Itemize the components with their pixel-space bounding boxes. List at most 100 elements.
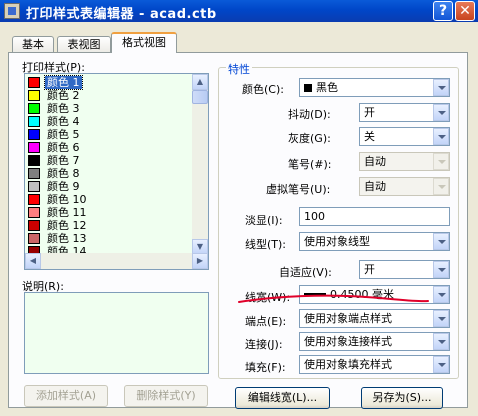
print-style-item[interactable]: 颜色 4 bbox=[27, 115, 191, 128]
print-style-item[interactable]: 颜色 10 bbox=[27, 193, 191, 206]
color-swatch-icon bbox=[28, 129, 40, 140]
color-swatch-icon bbox=[28, 142, 40, 153]
print-style-label: 颜色 2 bbox=[47, 89, 80, 102]
fill-select[interactable]: 使用对象填充样式 bbox=[299, 355, 450, 374]
linetype-dropdown-arrow-icon[interactable] bbox=[433, 233, 449, 250]
list-vertical-scrollbar[interactable]: ▲ ▼ bbox=[192, 74, 208, 255]
delete-style-button[interactable]: 删除样式(Y) bbox=[124, 385, 208, 407]
line-join-select[interactable]: 使用对象连接样式 bbox=[299, 332, 450, 351]
tab-basic[interactable]: 基本 bbox=[12, 36, 54, 52]
line-end-value: 使用对象端点样式 bbox=[304, 312, 392, 325]
print-style-item[interactable]: 颜色 1 bbox=[27, 75, 191, 90]
pen-number-dropdown-arrow-icon[interactable] bbox=[433, 153, 449, 170]
tab-form-view[interactable]: 格式视图 bbox=[111, 32, 177, 53]
linetype-select[interactable]: 使用对象线型 bbox=[299, 232, 450, 251]
print-style-label: 颜色 13 bbox=[47, 232, 87, 245]
color-label: 颜色(C): bbox=[242, 83, 284, 96]
description-textarea[interactable] bbox=[24, 292, 209, 374]
pen-number-select[interactable]: 自动 bbox=[359, 152, 450, 171]
line-end-dropdown-arrow-icon[interactable] bbox=[433, 310, 449, 327]
line-join-value: 使用对象连接样式 bbox=[304, 335, 392, 348]
app-icon bbox=[4, 3, 20, 19]
print-style-label: 颜色 8 bbox=[47, 167, 80, 180]
print-style-item[interactable]: 颜色 11 bbox=[27, 206, 191, 219]
print-style-item[interactable]: 颜色 12 bbox=[27, 219, 191, 232]
print-style-label: 颜色 6 bbox=[47, 141, 80, 154]
window-title: 打印样式表编辑器 - acad.ctb bbox=[26, 7, 217, 22]
print-style-label: 颜色 11 bbox=[47, 206, 87, 219]
print-style-label: 颜色 7 bbox=[47, 154, 80, 167]
fill-dropdown-arrow-icon[interactable] bbox=[433, 356, 449, 373]
color-swatch-icon bbox=[28, 181, 40, 192]
print-style-label: 颜色 4 bbox=[47, 115, 80, 128]
print-style-item[interactable]: 颜色 5 bbox=[27, 128, 191, 141]
save-as-button[interactable]: 另存为(S)... bbox=[361, 387, 443, 409]
color-dropdown-arrow-icon[interactable] bbox=[433, 79, 449, 96]
print-styles-list[interactable]: 颜色 1 颜色 2 颜色 3 颜色 4 颜色 5 颜色 6 颜色 7 颜色 8 颜色 9 颜色 1… bbox=[24, 73, 209, 270]
screening-label: 淡显(I): bbox=[245, 214, 283, 227]
close-button[interactable]: ✕ bbox=[455, 1, 475, 21]
adaptive-select[interactable]: 开 bbox=[359, 260, 450, 279]
edit-lineweights-button[interactable]: 编辑线宽(L)... bbox=[235, 387, 330, 409]
virtual-pen-select[interactable]: 自动 bbox=[359, 177, 450, 196]
grayscale-label: 灰度(G): bbox=[288, 132, 331, 145]
color-swatch-icon bbox=[28, 155, 40, 166]
help-button[interactable]: ? bbox=[433, 1, 453, 21]
scroll-up-arrow-icon[interactable]: ▲ bbox=[192, 74, 208, 90]
color-swatch-icon bbox=[28, 77, 40, 88]
line-end-select[interactable]: 使用对象端点样式 bbox=[299, 309, 450, 328]
print-style-item[interactable]: 颜色 2 bbox=[27, 89, 191, 102]
line-join-dropdown-arrow-icon[interactable] bbox=[433, 333, 449, 350]
fill-value: 使用对象填充样式 bbox=[304, 358, 392, 371]
print-style-label: 颜色 1 bbox=[44, 75, 83, 90]
color-swatch-icon bbox=[28, 103, 40, 114]
title-bar: 打印样式表编辑器 - acad.ctb ? ✕ bbox=[0, 0, 478, 22]
add-style-button[interactable]: 添加样式(A) bbox=[24, 385, 108, 407]
list-horizontal-scrollbar[interactable]: ◀ ▶ bbox=[25, 253, 208, 269]
grayscale-select[interactable]: 关 bbox=[359, 127, 450, 146]
fill-label: 填充(F): bbox=[245, 361, 286, 374]
print-style-item[interactable]: 颜色 6 bbox=[27, 141, 191, 154]
color-swatch-icon bbox=[28, 168, 40, 179]
adaptive-value: 开 bbox=[364, 263, 375, 276]
screening-input[interactable]: 100 bbox=[299, 207, 450, 226]
scroll-left-arrow-icon[interactable]: ◀ bbox=[25, 253, 41, 269]
linetype-value: 使用对象线型 bbox=[304, 235, 370, 248]
print-style-label: 颜色 9 bbox=[47, 180, 80, 193]
pen-number-value: 自动 bbox=[364, 155, 386, 168]
lineweight-dropdown-arrow-icon[interactable] bbox=[433, 286, 449, 303]
print-style-item[interactable]: 颜色 7 bbox=[27, 154, 191, 167]
line-end-label: 端点(E): bbox=[245, 315, 287, 328]
print-style-label: 颜色 12 bbox=[47, 219, 87, 232]
scroll-thumb[interactable] bbox=[192, 90, 208, 104]
scroll-right-arrow-icon[interactable]: ▶ bbox=[192, 253, 208, 269]
red-underline-annotation bbox=[238, 294, 429, 303]
color-swatch-icon bbox=[28, 207, 40, 218]
dither-select[interactable]: 开 bbox=[359, 103, 450, 122]
color-select[interactable]: 黑色 bbox=[299, 78, 450, 97]
color-swatch-icon bbox=[28, 194, 40, 205]
print-style-item[interactable]: 颜色 13 bbox=[27, 232, 191, 245]
pen-number-label: 笔号(#): bbox=[288, 158, 332, 171]
adaptive-label: 自适应(V): bbox=[279, 266, 332, 279]
color-value: 黑色 bbox=[316, 81, 338, 94]
color-swatch-icon bbox=[28, 220, 40, 231]
grayscale-dropdown-arrow-icon[interactable] bbox=[433, 128, 449, 145]
virtual-pen-value: 自动 bbox=[364, 180, 386, 193]
virtual-pen-label: 虚拟笔号(U): bbox=[266, 183, 331, 196]
virtual-pen-dropdown-arrow-icon[interactable] bbox=[433, 178, 449, 195]
print-style-item[interactable]: 颜色 3 bbox=[27, 102, 191, 115]
color-swatch-icon bbox=[28, 116, 40, 127]
print-style-label: 颜色 3 bbox=[47, 102, 80, 115]
properties-group-title: 特性 bbox=[226, 61, 252, 77]
tab-table-view[interactable]: 表视图 bbox=[57, 36, 111, 52]
print-style-label: 颜色 5 bbox=[47, 128, 80, 141]
dither-dropdown-arrow-icon[interactable] bbox=[433, 104, 449, 121]
grayscale-value: 关 bbox=[364, 130, 375, 143]
screening-value: 100 bbox=[304, 210, 325, 223]
print-style-label: 颜色 10 bbox=[47, 193, 87, 206]
print-style-item[interactable]: 颜色 8 bbox=[27, 167, 191, 180]
adaptive-dropdown-arrow-icon[interactable] bbox=[433, 261, 449, 278]
print-style-item[interactable]: 颜色 9 bbox=[27, 180, 191, 193]
linetype-label: 线型(T): bbox=[245, 238, 287, 251]
